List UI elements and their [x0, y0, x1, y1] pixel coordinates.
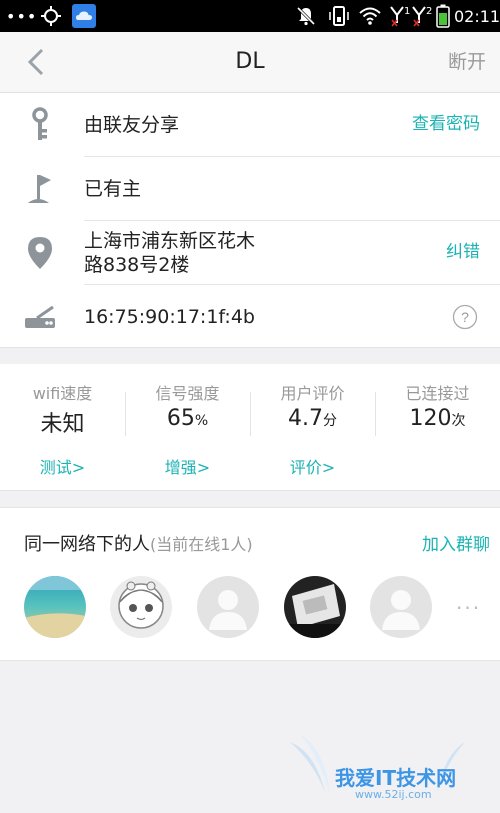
- stat-connected-count: 已连接过 120次: [375, 364, 500, 490]
- default-user-avatar: [197, 576, 259, 638]
- network-people-card: 同一网络下的人(当前在线1人) 加入群聊 ···: [0, 507, 500, 661]
- chevron-left-icon: [27, 48, 44, 76]
- watermark-url: www.52ij.com: [355, 788, 432, 801]
- address-text: 上海市浦东新区花木 路838号2楼: [84, 221, 255, 284]
- stat-value-unit: 次: [451, 413, 466, 429]
- question-mark-icon: ?: [452, 304, 478, 330]
- speed-test-link[interactable]: 测试>: [0, 454, 125, 478]
- address-line-2: 路838号2楼: [84, 253, 190, 276]
- join-group-chat-link[interactable]: 加入群聊: [422, 530, 490, 555]
- stat-value-number: 120: [409, 406, 452, 431]
- sim1-label: 1: [404, 5, 411, 17]
- stat-value-unit: %: [194, 413, 209, 429]
- owner-row: 已有主: [0, 157, 500, 220]
- avatar[interactable]: [110, 576, 172, 638]
- stat-value-unit: 分: [323, 413, 337, 429]
- svg-text:?: ?: [461, 309, 469, 325]
- notification-dots-text: •••: [6, 6, 38, 26]
- battery-icon: [436, 0, 450, 32]
- help-button[interactable]: ?: [452, 304, 478, 334]
- watermark-text: 我爱IT技术网: [335, 766, 457, 790]
- avatar[interactable]: [197, 576, 259, 638]
- stat-wifi-speed: wifi速度 未知 测试>: [0, 364, 125, 490]
- stat-value: 120次: [375, 406, 500, 431]
- stat-label: 用户评价: [280, 384, 345, 403]
- title-bar: DL 断开: [0, 32, 500, 93]
- stat-value: 未知: [0, 406, 125, 438]
- avatar[interactable]: [24, 576, 86, 638]
- mac-address-text: 16:75:90:17:1f:4b: [84, 305, 255, 328]
- default-user-avatar: [370, 576, 432, 638]
- signal-sim1-icon: 1: [390, 0, 410, 32]
- key-icon: [22, 93, 58, 156]
- stat-value-number: 未知: [40, 412, 85, 437]
- avatar[interactable]: [284, 576, 346, 638]
- beach-photo-avatar: [24, 576, 86, 638]
- clock: 02:11: [454, 0, 500, 32]
- stat-value-number: 65: [166, 406, 195, 431]
- stat-label: wifi速度: [32, 384, 93, 403]
- stat-value: 4.7分: [250, 406, 375, 431]
- address-line-1: 上海市浦东新区花木: [84, 229, 256, 252]
- clock-text: 02:11: [454, 6, 500, 26]
- more-people-button[interactable]: ···: [456, 596, 481, 620]
- location-pin-icon: [22, 221, 58, 284]
- share-source-text: 由联友分享: [84, 113, 180, 136]
- share-row: 由联友分享 查看密码: [0, 93, 500, 156]
- stat-signal-strength: 信号强度 65% 增强>: [125, 364, 250, 490]
- gps-icon: [40, 0, 62, 32]
- stats-card: wifi速度 未知 测试> 信号强度 65% 增强> 用户评价 4.7分 评价>…: [0, 364, 500, 491]
- stat-label: 信号强度: [155, 384, 220, 403]
- view-password-link[interactable]: 查看密码: [412, 93, 480, 156]
- rate-link[interactable]: 评价>: [250, 454, 375, 478]
- avatar[interactable]: [370, 576, 432, 638]
- cartoon-girl-avatar: [110, 576, 172, 638]
- report-error-link[interactable]: 纠错: [446, 221, 480, 284]
- disconnect-button[interactable]: 断开: [448, 32, 486, 92]
- mute-icon: [295, 0, 317, 32]
- back-button[interactable]: [18, 44, 54, 80]
- people-title: 同一网络下的人(当前在线1人): [24, 530, 253, 556]
- watermark: 我爱IT技术网 www.52ij.com: [285, 722, 495, 809]
- notification-dots: •••: [6, 0, 37, 32]
- owner-status-text: 已有主: [84, 177, 142, 200]
- sim2-label: 2: [426, 5, 433, 17]
- status-bar: ••• 1 2 02:11: [0, 0, 500, 32]
- stat-value-number: 4.7: [288, 406, 323, 431]
- vibrate-icon: [328, 0, 350, 32]
- weather-app-icon: [72, 0, 96, 32]
- online-count-text: (当前在线1人): [150, 535, 253, 554]
- wifi-info-card: 由联友分享 查看密码 已有主 上海市浦东新区花木 路838号2楼 纠错 16:7…: [0, 93, 500, 348]
- page-title: DL: [235, 49, 265, 74]
- stat-user-rating: 用户评价 4.7分 评价>: [250, 364, 375, 490]
- boost-signal-link[interactable]: 增强>: [125, 454, 250, 478]
- stat-label: 已连接过: [405, 384, 470, 403]
- stat-value: 65%: [125, 406, 250, 431]
- mac-row: 16:75:90:17:1f:4b ?: [0, 285, 500, 348]
- wifi-icon: [358, 0, 382, 32]
- signal-sim2-icon: 2: [412, 0, 432, 32]
- location-row: 上海市浦东新区花木 路838号2楼 纠错: [0, 221, 500, 284]
- flag-icon: [22, 157, 58, 220]
- router-icon: [22, 285, 58, 348]
- people-title-text: 同一网络下的人: [24, 534, 150, 555]
- photo-avatar: [284, 576, 346, 638]
